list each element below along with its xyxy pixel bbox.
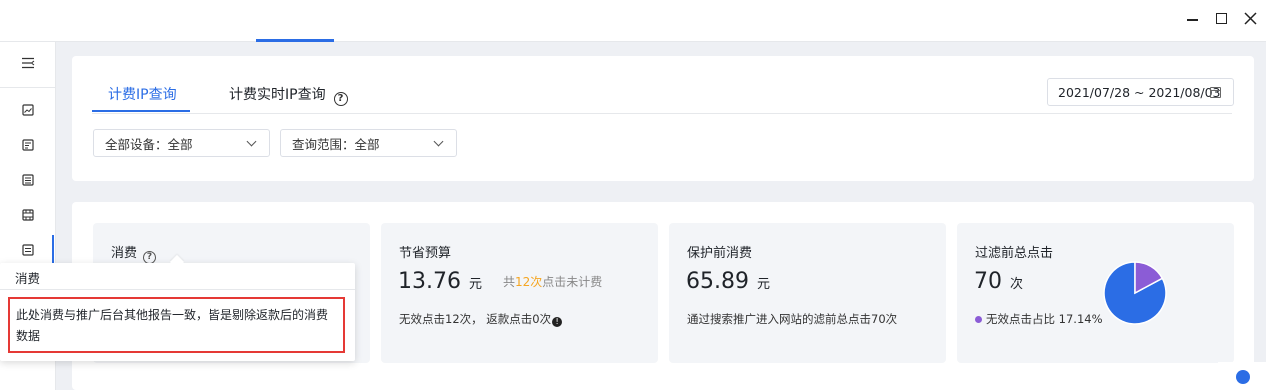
tab-label: 计费实时IP查询: [229, 87, 326, 103]
calendar-icon: [1210, 87, 1221, 98]
menu-icon[interactable]: [0, 48, 56, 78]
invalid-click-pie-chart[interactable]: [1103, 261, 1167, 325]
chevron-down-icon: [246, 136, 257, 147]
active-tab-underline: [92, 110, 190, 112]
help-icon[interactable]: ?: [333, 91, 348, 106]
spend-tooltip: 消费 此处消费与推广后台其他报告一致，皆是剔除返款后的消费数据: [0, 263, 355, 361]
image-report-icon[interactable]: [0, 95, 56, 125]
query-panel: 计费IP查询 计费实时IP查询? 2021/07/28 ~ 2021/08/03…: [72, 56, 1254, 181]
tab-divider: [92, 113, 1232, 114]
card-detail: 通过搜索推广进入网站的滤前总点击70次: [687, 312, 898, 326]
unit: 元: [468, 277, 482, 292]
card-detail: 无效点击12次， 返款点击0次!: [399, 311, 563, 327]
card-title: 保护前消费: [687, 246, 753, 261]
assistant-icon: [1236, 370, 1250, 384]
scope-select-value: 查询范围：全部: [292, 136, 380, 152]
legend-dot: [975, 316, 982, 323]
spend-title: 消费: [111, 246, 138, 261]
date-range-picker[interactable]: 2021/07/28 ~ 2021/08/03: [1047, 78, 1234, 106]
note-prefix: 共: [503, 275, 516, 289]
ip-report-icon[interactable]: [0, 235, 56, 265]
protected-spend-card: 保护前消费 65.89 元 通过搜索推广进入网站的滤前总点击70次: [669, 223, 946, 363]
title-bar: [0, 0, 1266, 42]
unit: 元: [756, 277, 770, 292]
device-select[interactable]: 全部设备：全部: [93, 129, 270, 157]
pie-legend: 无效点击占比 17.14%: [975, 311, 1103, 327]
tab-realtime-ip-query[interactable]: 计费实时IP查询?: [229, 84, 348, 106]
sidebar-divider: [0, 87, 56, 88]
card-value: 70 次: [974, 269, 1023, 294]
total-clicks-card: 过滤前总点击 70 次 无效点击占比 17.14%: [957, 223, 1234, 363]
scope-select[interactable]: 查询范围：全部: [280, 129, 457, 157]
active-top-tab-indicator: [256, 39, 334, 42]
card-value: 65.89 元: [686, 269, 770, 294]
unit: 次: [1010, 277, 1024, 292]
calendar-report-icon[interactable]: [0, 130, 56, 160]
close-icon[interactable]: [1238, 6, 1262, 30]
card-value: 13.76 元 共12次点击未计费: [398, 269, 602, 294]
card-title: 节省预算: [399, 246, 452, 261]
protected-spend-value: 65.89: [686, 269, 749, 294]
note-count: 12次: [515, 275, 543, 289]
tab-label: 计费IP查询: [108, 87, 177, 103]
list-report-icon[interactable]: [0, 165, 56, 195]
card-title: 过滤前总点击: [975, 246, 1054, 261]
tooltip-divider: [0, 289, 355, 290]
date-range-value: 2021/07/28 ~ 2021/08/03: [1058, 84, 1221, 100]
legend-text: 无效点击占比 17.14%: [986, 312, 1103, 326]
tooltip-body: 此处消费与推广后台其他报告一致，皆是剔除返款后的消费数据: [8, 297, 345, 353]
floating-help-button[interactable]: [1218, 362, 1266, 390]
card-title: 消费?: [111, 242, 157, 264]
total-clicks-value: 70: [974, 269, 1002, 294]
unbilled-note: 共12次点击未计费: [503, 275, 602, 289]
note-suffix: 点击未计费: [542, 275, 603, 289]
chevron-down-icon: [433, 136, 444, 147]
device-select-value: 全部设备：全部: [105, 136, 193, 152]
detail-text: 无效点击12次， 返款点击0次: [399, 312, 552, 326]
saved-budget-card: 节省预算 13.76 元 共12次点击未计费 无效点击12次， 返款点击0次!: [381, 223, 658, 363]
maximize-icon[interactable]: [1209, 6, 1233, 30]
tooltip-title: 消费: [15, 271, 41, 286]
minimize-icon[interactable]: [1180, 6, 1204, 30]
help-icon[interactable]: ?: [143, 250, 157, 264]
tab-billing-ip-query[interactable]: 计费IP查询: [108, 84, 177, 104]
info-icon[interactable]: !: [552, 316, 563, 327]
film-report-icon[interactable]: [0, 200, 56, 230]
saved-budget-value: 13.76: [398, 269, 461, 294]
